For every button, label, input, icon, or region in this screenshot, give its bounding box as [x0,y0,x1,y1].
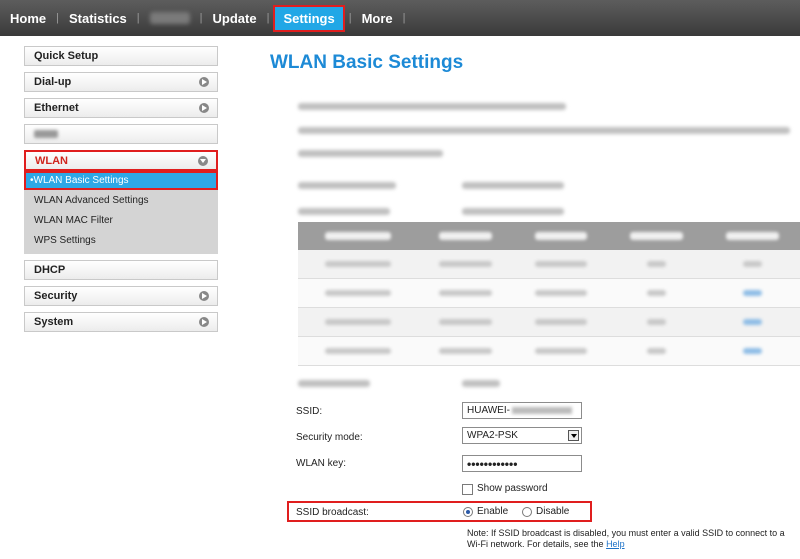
submenu-wlan-basic-settings[interactable]: •WLAN Basic Settings [24,171,218,190]
ssid-value: HUAWEI- [467,405,510,416]
page-title: WLAN Basic Settings [270,52,464,73]
submenu-wlan-advanced-settings[interactable]: WLAN Advanced Settings [24,190,218,210]
sidebar-item-security[interactable]: Security [24,286,218,306]
sidebar-item-quick-setup[interactable]: Quick Setup [24,46,218,66]
blurred-description [298,150,443,157]
ssid-table [298,222,800,366]
sidebar-item-label: Ethernet [34,102,79,114]
blurred-module-options [462,208,564,215]
wlan-submenu: •WLAN Basic Settings WLAN Advanced Setti… [24,171,218,254]
blurred-description [298,103,566,110]
top-nav: Home | Statistics | | Update | Settings … [0,0,800,36]
expand-arrow-icon [199,291,209,301]
sidebar-item-dhcp[interactable]: DHCP [24,260,218,280]
table-row [298,279,800,308]
nav-more[interactable]: More [352,11,403,26]
enable-radio[interactable] [463,507,473,517]
sidebar: Quick Setup Dial-up Ethernet WLAN •WLAN … [24,46,218,338]
wlan-key-label: WLAN key: [296,458,347,469]
blurred-working-band-label [298,380,370,387]
blurred-module-label [298,182,396,189]
blurred-ssid-suffix [511,407,572,414]
show-password-checkbox[interactable] [462,484,473,495]
show-password-label: Show password [477,483,548,494]
collapse-arrow-icon [198,155,208,166]
security-mode-label: Security mode: [296,432,363,443]
table-row [298,308,800,337]
edit-link[interactable] [742,290,762,296]
note-text: Note: If SSID broadcast is disabled, you… [467,528,785,549]
edit-link[interactable] [742,319,762,325]
security-mode-select[interactable]: WPA2-PSK [462,427,582,444]
submenu-wlan-mac-filter[interactable]: WLAN MAC Filter [24,210,218,230]
sidebar-item-blurred[interactable] [24,124,218,144]
sidebar-item-ethernet[interactable]: Ethernet [24,98,218,118]
sidebar-item-label: DHCP [34,264,66,276]
ssid-input[interactable]: HUAWEI- [462,402,582,419]
ssid-label: SSID: [296,406,323,417]
sidebar-item-wlan[interactable]: WLAN [24,150,218,171]
ssid-broadcast-label: SSID broadcast: [296,507,369,518]
sidebar-item-label: System [34,316,74,328]
security-mode-value: WPA2-PSK [467,430,518,441]
expand-arrow-icon [199,103,209,113]
enable-label: Enable [477,506,509,517]
expand-arrow-icon [199,317,209,327]
sidebar-item-system[interactable]: System [24,312,218,332]
help-link[interactable]: Help [606,539,625,549]
nav-separator: | [402,12,406,24]
sidebar-item-label: WLAN [35,154,68,167]
dropdown-arrow-icon [568,430,579,441]
submenu-wps-settings[interactable]: WPS Settings [24,230,218,250]
blurred-module-options [462,182,564,189]
disable-radio[interactable] [522,507,532,517]
nav-update[interactable]: Update [203,11,267,26]
blurred-working-band-value [462,380,500,387]
wlan-key-input[interactable]: •••••••••••• [462,455,582,472]
nav-settings[interactable]: Settings [273,4,345,32]
nav-blurred-item[interactable] [149,12,190,24]
sidebar-item-label: Quick Setup [34,50,99,62]
nav-separator: | [266,12,270,24]
blurred-description [298,127,790,134]
expand-arrow-icon [199,77,209,87]
table-row [298,337,800,366]
ssid-broadcast-note: Note: If SSID broadcast is disabled, you… [467,528,787,550]
disable-label: Disable [536,506,570,517]
table-header [298,222,800,250]
nav-home[interactable]: Home [0,11,56,26]
nav-separator: | [136,12,140,24]
edit-link[interactable] [742,348,762,354]
sidebar-item-label: Security [34,290,78,302]
blurred-module-label [298,208,390,215]
nav-statistics[interactable]: Statistics [59,11,137,26]
wlan-key-value: •••••••••••• [467,456,518,471]
table-row [298,250,800,279]
blurred-label [34,130,58,138]
sidebar-item-dialup[interactable]: Dial-up [24,72,218,92]
sidebar-item-label: Dial-up [34,76,72,88]
